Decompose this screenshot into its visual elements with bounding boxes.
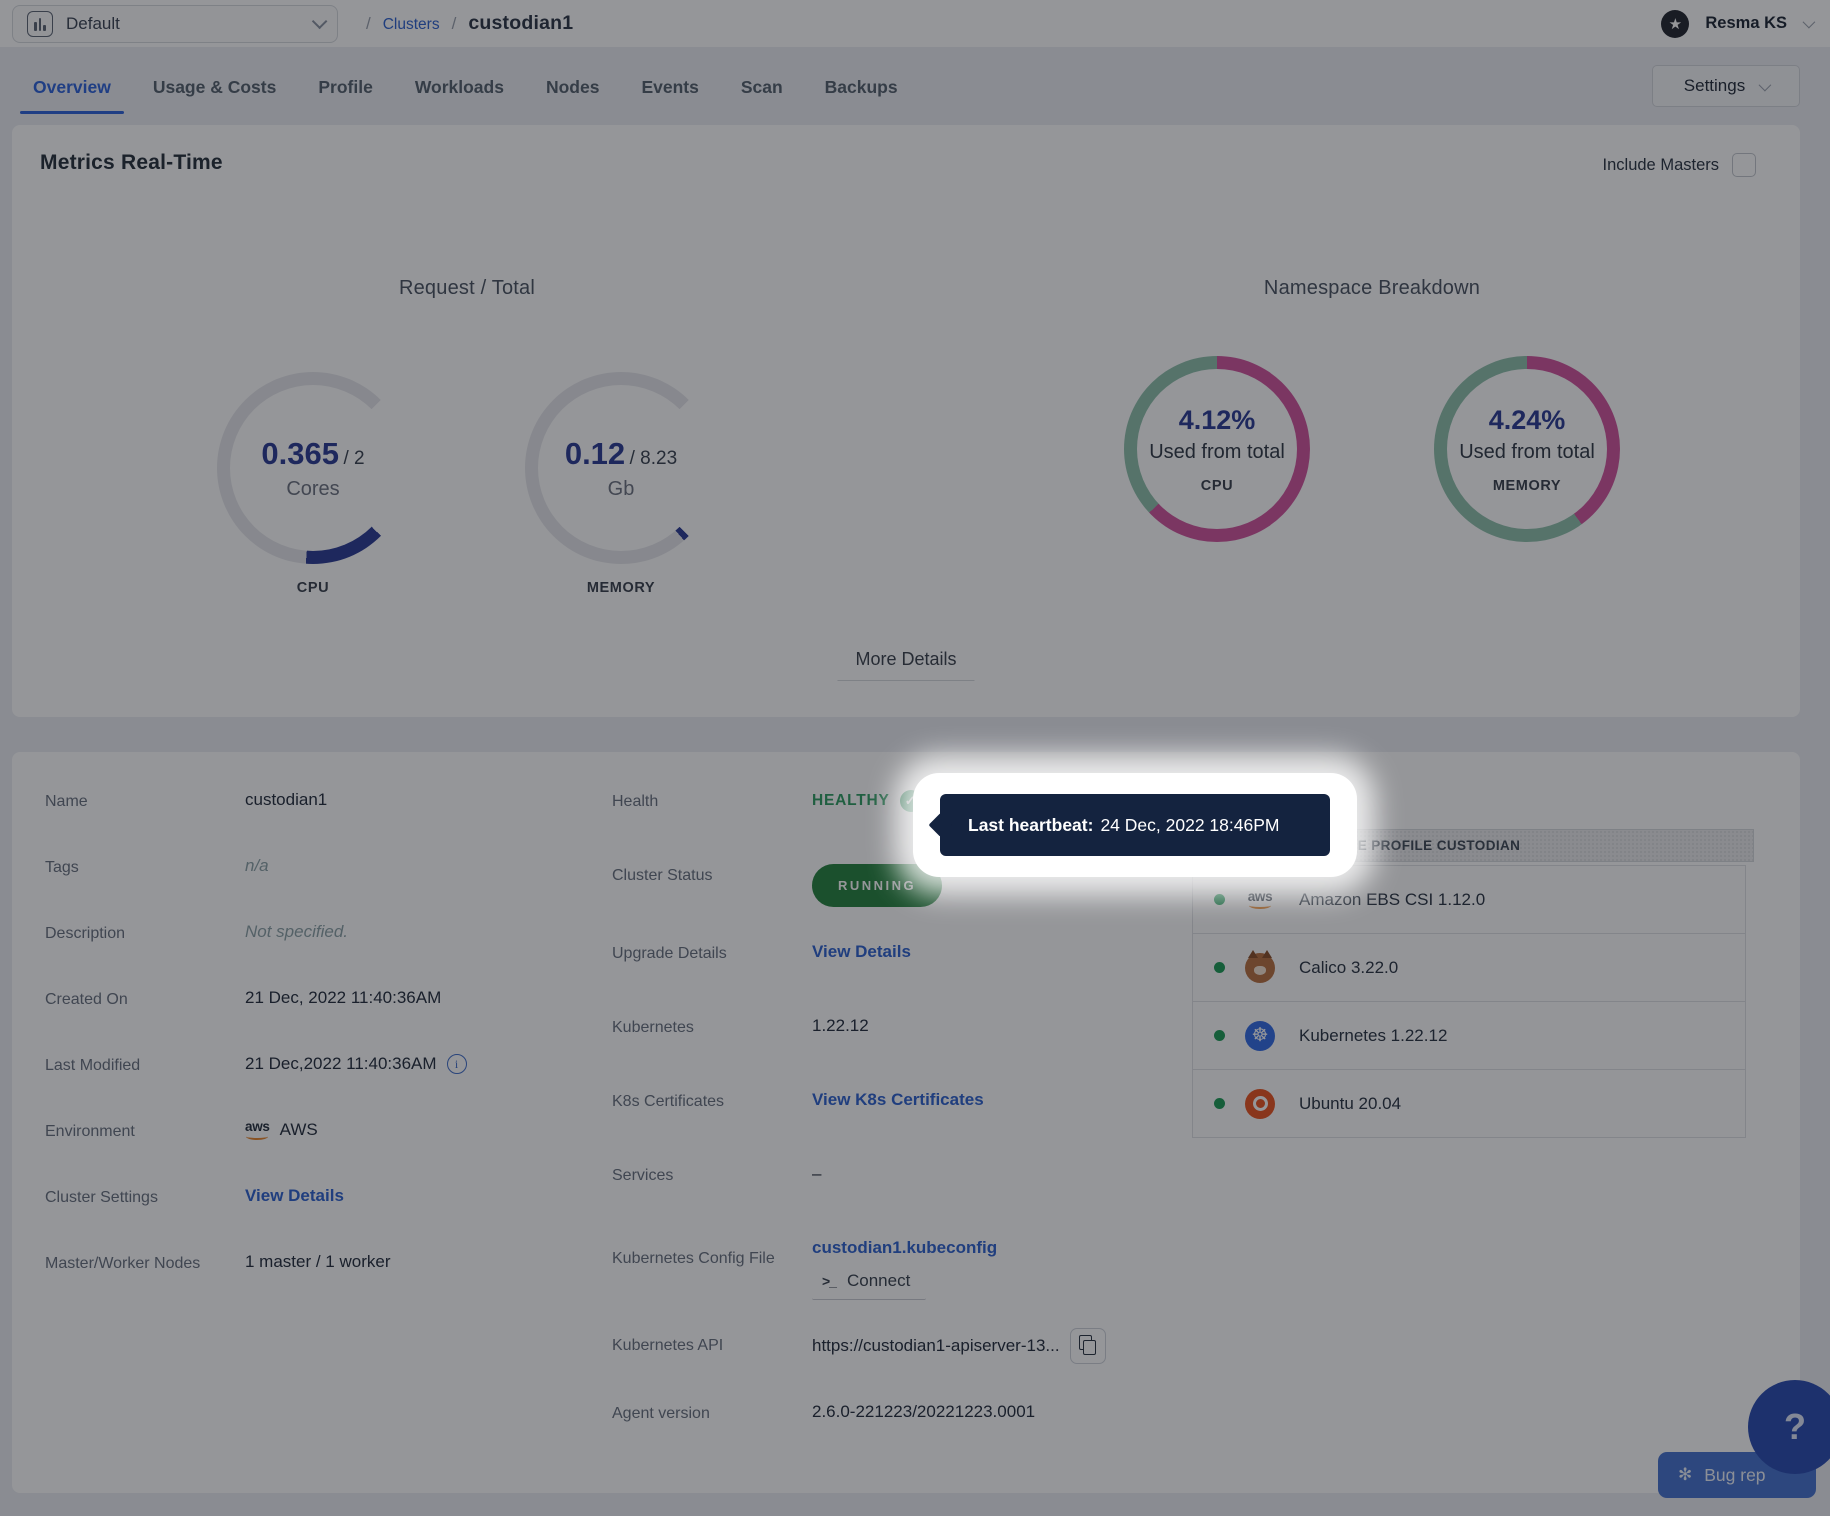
tooltip-bold-text: Last heartbeat: xyxy=(968,815,1093,836)
last-heartbeat-tooltip: Last heartbeat: 24 Dec, 2022 18:46PM xyxy=(940,794,1330,856)
tooltip-text: 24 Dec, 2022 18:46PM xyxy=(1100,815,1279,836)
dim-overlay xyxy=(0,0,1830,1516)
tooltip-spotlight: Last heartbeat: 24 Dec, 2022 18:46PM xyxy=(913,773,1357,877)
